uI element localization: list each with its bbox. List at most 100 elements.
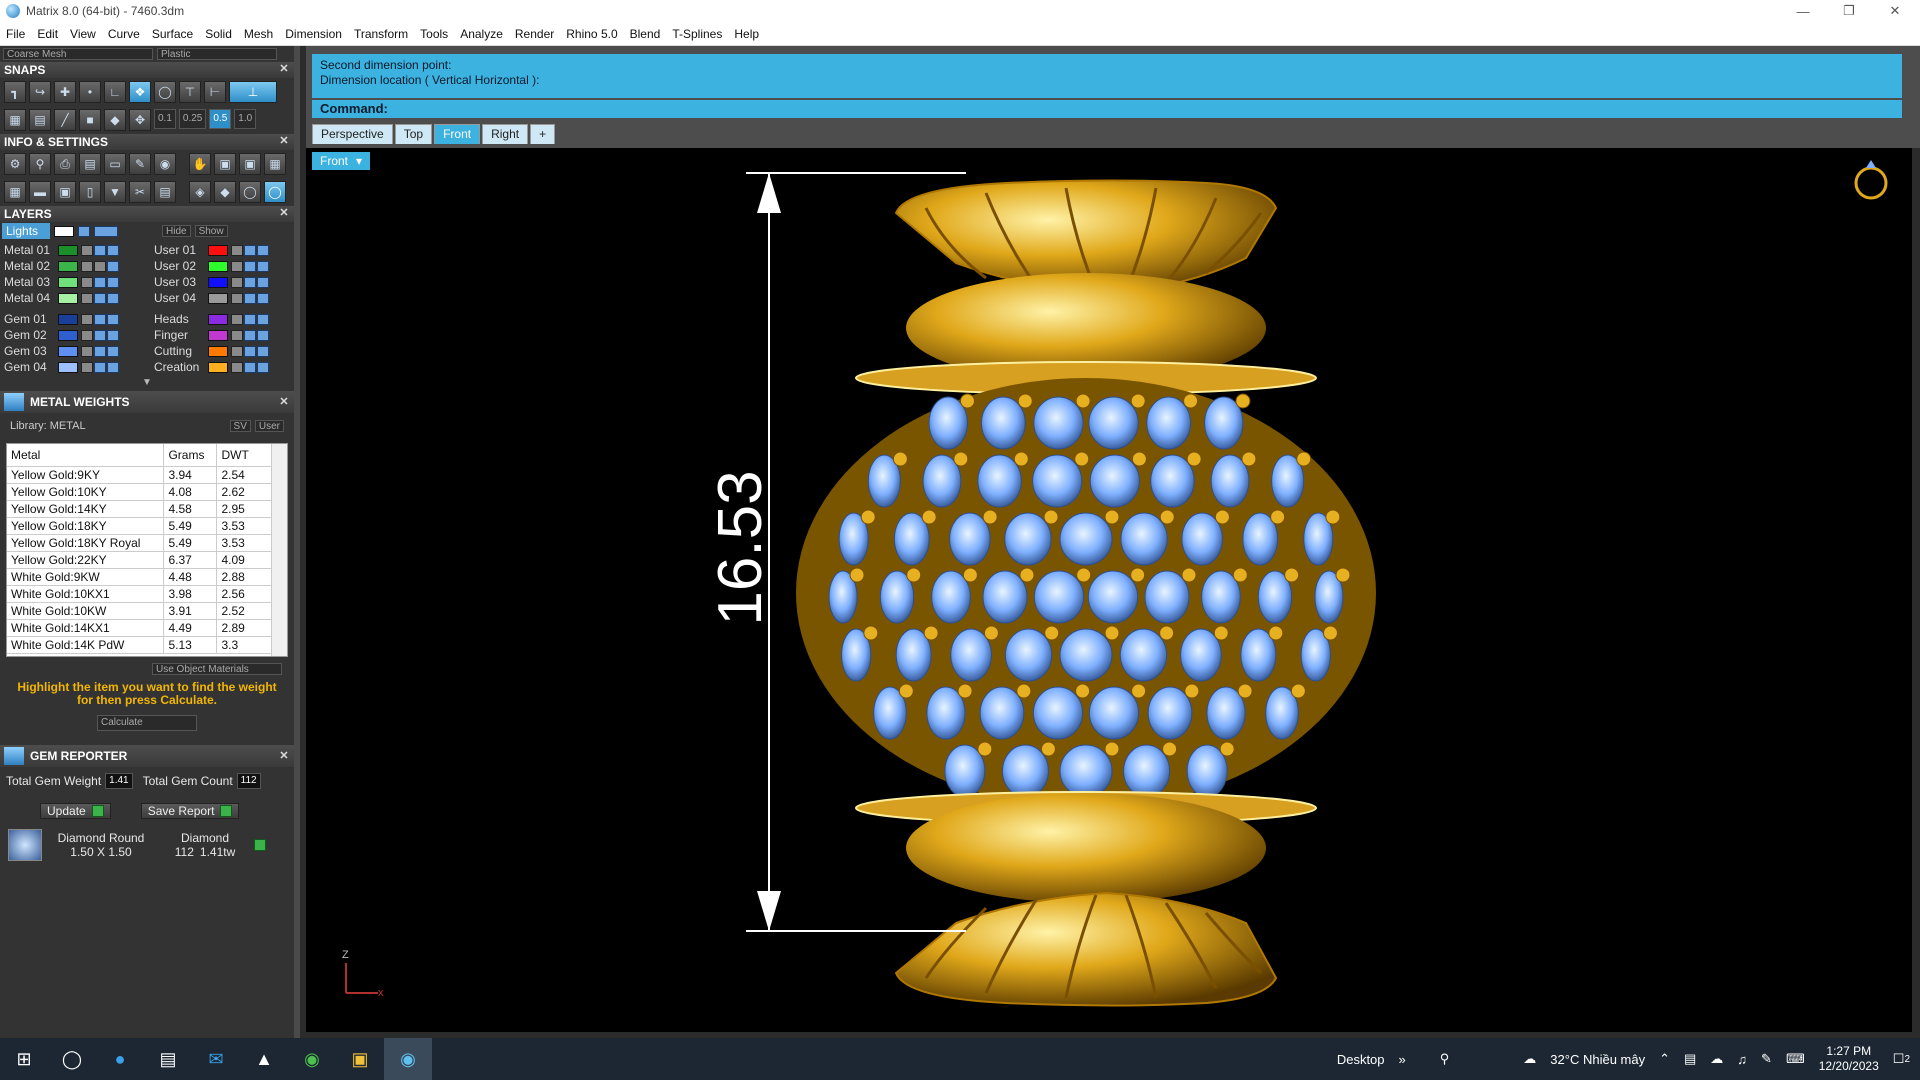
layer-color[interactable] bbox=[58, 276, 78, 288]
layer-sel[interactable] bbox=[257, 260, 269, 272]
clock[interactable]: 1:27 PM 12/20/2023 bbox=[1819, 1044, 1879, 1074]
ring-icon[interactable]: ◯ bbox=[239, 181, 261, 203]
layer-row[interactable]: Heads bbox=[152, 311, 302, 327]
layer-lock[interactable] bbox=[231, 292, 243, 304]
snap-value-05[interactable]: 0.5 bbox=[209, 109, 232, 129]
folder-icon[interactable]: ▣ bbox=[336, 1038, 384, 1080]
layer-lock[interactable] bbox=[81, 361, 93, 373]
add-tab-button[interactable]: + bbox=[530, 124, 556, 144]
layer-row[interactable]: Metal 04 bbox=[2, 290, 152, 306]
col-grams[interactable]: Grams bbox=[163, 444, 218, 467]
close-icon[interactable]: ✕ bbox=[278, 63, 290, 75]
onedrive-icon[interactable]: ☁ bbox=[1710, 1051, 1723, 1067]
layer-row[interactable]: User 04 bbox=[152, 290, 302, 306]
layer-lock[interactable] bbox=[81, 329, 93, 341]
layer-vis[interactable] bbox=[244, 345, 256, 357]
tab-front[interactable]: Front bbox=[434, 124, 481, 144]
layer-vis[interactable] bbox=[94, 313, 106, 325]
sv-toggle[interactable]: SV bbox=[229, 420, 251, 432]
mesh-select[interactable]: Coarse Mesh bbox=[3, 48, 153, 60]
tab-top[interactable]: Top bbox=[394, 124, 433, 144]
move-icon[interactable]: ✥ bbox=[129, 109, 151, 131]
layer-lock[interactable] bbox=[231, 276, 243, 288]
layer-sel[interactable] bbox=[257, 244, 269, 256]
close-icon[interactable]: ✕ bbox=[278, 396, 290, 408]
settings-icon[interactable]: ⚙ bbox=[4, 153, 26, 175]
layer-lock[interactable] bbox=[81, 345, 93, 357]
rhino-icon[interactable]: ▲ bbox=[240, 1038, 288, 1080]
keyboard-icon[interactable]: ⌨ bbox=[1786, 1051, 1805, 1067]
menu-render[interactable]: Render bbox=[509, 22, 560, 46]
lights-swatch[interactable] bbox=[54, 225, 74, 237]
ring-blue-icon[interactable]: ◯ bbox=[264, 181, 286, 203]
chevron-down-icon[interactable]: ▼ bbox=[142, 377, 152, 389]
layer-lock[interactable] bbox=[231, 329, 243, 341]
pen-icon[interactable]: ✎ bbox=[1761, 1051, 1772, 1067]
metal-weight-row[interactable]: Yellow Gold:10KY 4.08 2.62 bbox=[7, 483, 279, 501]
layer-sel[interactable] bbox=[257, 345, 269, 357]
table-icon[interactable]: ▦ bbox=[264, 153, 286, 175]
layer-lock[interactable] bbox=[81, 292, 93, 304]
menu-dimension[interactable]: Dimension bbox=[279, 22, 348, 46]
layer-color[interactable] bbox=[58, 345, 78, 357]
windows-start-icon[interactable]: ⊞ bbox=[0, 1038, 48, 1080]
int-snap-icon[interactable]: ❖ bbox=[129, 81, 151, 103]
layer-row[interactable]: User 01 bbox=[152, 242, 302, 258]
menu-file[interactable]: File bbox=[0, 22, 31, 46]
tab-perspective[interactable]: Perspective bbox=[312, 124, 393, 144]
layer-row[interactable]: Gem 04 bbox=[2, 359, 152, 375]
ortho-toggle-icon[interactable]: ⊥ bbox=[229, 81, 277, 103]
calculate-button[interactable]: Calculate bbox=[97, 715, 197, 731]
layer-sel[interactable] bbox=[107, 244, 119, 256]
metal-weight-row[interactable]: White Gold:10KW 3.91 2.52 bbox=[7, 602, 279, 620]
snap-value-025[interactable]: 0.25 bbox=[178, 109, 207, 129]
menu-view[interactable]: View bbox=[64, 22, 102, 46]
layer-vis[interactable] bbox=[94, 329, 106, 341]
grid-icon[interactable]: ▦ bbox=[4, 109, 26, 131]
layer-sel[interactable] bbox=[257, 276, 269, 288]
cube-icon[interactable]: ▣ bbox=[54, 181, 76, 203]
layer-color[interactable] bbox=[208, 313, 228, 325]
layers-icon[interactable]: ▤ bbox=[79, 153, 101, 175]
close-icon[interactable]: ✕ bbox=[278, 750, 290, 762]
layer-color[interactable] bbox=[208, 276, 228, 288]
snap-value-10[interactable]: 1.0 bbox=[234, 109, 257, 129]
volume-icon[interactable]: ♫ bbox=[1737, 1052, 1747, 1067]
frame2-icon[interactable]: ▣ bbox=[239, 153, 261, 175]
col-metal[interactable]: Metal bbox=[7, 444, 165, 467]
menu-help[interactable]: Help bbox=[728, 22, 765, 46]
layer-vis[interactable] bbox=[244, 244, 256, 256]
scissors-icon[interactable]: ✂ bbox=[129, 181, 151, 203]
pencil-icon[interactable]: ✎ bbox=[129, 153, 151, 175]
metal-weight-row[interactable]: Yellow Gold:22KY 6.37 4.09 bbox=[7, 551, 279, 569]
cen-snap-icon[interactable]: ∟ bbox=[104, 81, 126, 103]
layer-color[interactable] bbox=[208, 361, 228, 373]
perp-snap-icon[interactable]: ◯ bbox=[154, 81, 176, 103]
layer-row[interactable]: User 02 bbox=[152, 258, 302, 274]
layer-vis[interactable] bbox=[244, 276, 256, 288]
snap-value-01[interactable]: 0.1 bbox=[154, 109, 176, 129]
layer-row[interactable]: User 03 bbox=[152, 274, 302, 290]
lights-layer[interactable]: Lights bbox=[2, 223, 50, 239]
line-snap-icon[interactable]: ╱ bbox=[54, 109, 76, 131]
frame-icon[interactable]: ▣ bbox=[214, 153, 236, 175]
layer-color[interactable] bbox=[208, 260, 228, 272]
menu-blend[interactable]: Blend bbox=[624, 22, 667, 46]
search-icon[interactable]: ◯ bbox=[48, 1038, 96, 1080]
menu-rhino[interactable]: Rhino 5.0 bbox=[560, 22, 623, 46]
menu-transform[interactable]: Transform bbox=[348, 22, 414, 46]
layer-sel[interactable] bbox=[107, 345, 119, 357]
layer-color[interactable] bbox=[58, 313, 78, 325]
layer-lock[interactable] bbox=[81, 276, 93, 288]
layer-vis[interactable] bbox=[94, 292, 106, 304]
menu-solid[interactable]: Solid bbox=[199, 22, 238, 46]
menu-analyze[interactable]: Analyze bbox=[454, 22, 509, 46]
network-icon[interactable]: ▤ bbox=[1684, 1051, 1696, 1067]
front-viewport[interactable]: Front ▾ 16.53 Z x bbox=[306, 148, 1912, 1032]
menu-curve[interactable]: Curve bbox=[102, 22, 146, 46]
clipboard-icon[interactable]: ▤ bbox=[154, 181, 176, 203]
minimize-button[interactable]: — bbox=[1780, 0, 1826, 22]
layer-row[interactable]: Gem 01 bbox=[2, 311, 152, 327]
layer-color[interactable] bbox=[208, 345, 228, 357]
layer-row[interactable]: Cutting bbox=[152, 343, 302, 359]
